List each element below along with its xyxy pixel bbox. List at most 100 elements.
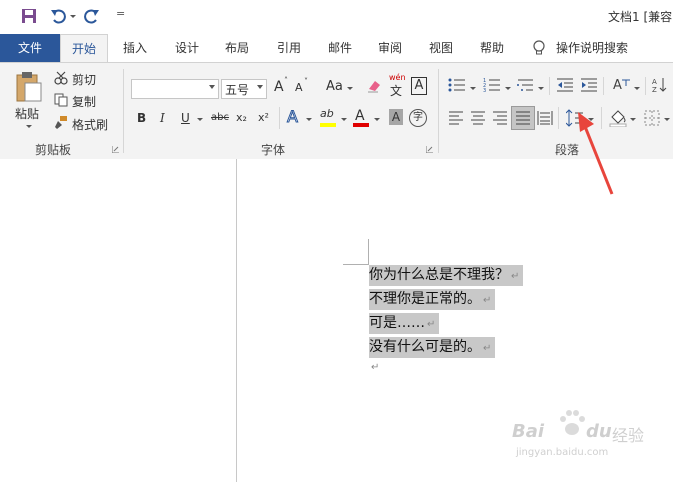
customize-toolbar-icon[interactable]: = (116, 7, 125, 20)
text-effects-dropdown-icon[interactable] (306, 118, 312, 121)
inline-divider (558, 107, 559, 129)
tell-me-search[interactable]: 操作说明搜索 (556, 34, 636, 62)
paragraph-text: 没有什么可是的。 (369, 339, 481, 355)
justify-icon (516, 111, 530, 125)
margin-corner-mark (368, 239, 369, 265)
paragraph-text: 你为什么总是不理我？ (369, 267, 509, 283)
paragraph-mark-icon: ↵ (427, 319, 436, 330)
italic-button[interactable]: I (160, 111, 165, 125)
clipboard-group-label: 剪贴板 (35, 143, 72, 157)
clipboard-launcher-icon[interactable] (112, 146, 119, 153)
font-launcher-icon[interactable] (426, 146, 433, 153)
tab-insert[interactable]: 插入 (112, 34, 158, 62)
undo-dropdown-icon[interactable] (70, 15, 76, 18)
tab-view[interactable]: 视图 (418, 34, 464, 62)
font-name-dropdown-icon[interactable] (209, 85, 215, 89)
font-size-dropdown-icon[interactable] (257, 85, 263, 89)
document-paragraph[interactable]: 没有什么可是的。 ↵ (369, 337, 496, 358)
tab-review[interactable]: 审阅 (367, 34, 413, 62)
character-border-button[interactable]: A (411, 77, 427, 95)
subscript-button[interactable]: x₂ (236, 111, 247, 124)
character-shading-button[interactable]: A (389, 109, 403, 125)
borders-dropdown-icon[interactable] (664, 118, 670, 121)
font-color-swatch (353, 123, 369, 127)
font-group-label: 字体 (261, 143, 286, 157)
watermark-brand-suffix: du (586, 421, 612, 442)
enclose-characters-button[interactable]: 字 (409, 109, 427, 127)
tab-file[interactable]: 文件 (0, 34, 60, 62)
numbering-icon[interactable]: 123 (483, 77, 501, 93)
undo-icon[interactable] (50, 8, 66, 24)
align-center-icon[interactable] (470, 110, 486, 126)
bullets-dropdown-icon[interactable] (470, 87, 476, 90)
superscript-button[interactable]: x² (258, 111, 269, 124)
align-left-icon[interactable] (448, 110, 464, 126)
tab-design[interactable]: 设计 (164, 34, 210, 62)
scissors-icon (54, 71, 68, 85)
underline-dropdown-icon[interactable] (197, 118, 203, 121)
highlight-button[interactable]: ab (320, 107, 334, 120)
borders-icon[interactable] (644, 110, 660, 126)
font-size-combo[interactable]: 五号 (221, 79, 267, 99)
shrink-font-arrow-icon: ˅ (304, 77, 308, 86)
shading-dropdown-icon[interactable] (630, 118, 636, 121)
paragraph-mark-icon: ↵ (483, 343, 492, 354)
document-paragraph[interactable]: 你为什么总是不理我？ ↵ (369, 265, 524, 286)
watermark-url: jingyan.baidu.com (516, 447, 609, 458)
phonetic-guide-button[interactable]: 文 (390, 82, 402, 99)
svg-text:A: A (652, 78, 657, 86)
change-case-button[interactable]: Aa (326, 79, 343, 94)
text-effects-button[interactable]: A (287, 107, 299, 127)
multilevel-list-icon[interactable] (516, 77, 534, 93)
annotation-arrow (578, 112, 614, 195)
cut-button[interactable]: 剪切 (72, 71, 96, 88)
bold-button[interactable]: B (137, 111, 146, 125)
font-name-combo[interactable] (131, 79, 219, 99)
tab-help[interactable]: 帮助 (469, 34, 515, 62)
highlight-dropdown-icon[interactable] (341, 118, 347, 121)
font-color-dropdown-icon[interactable] (374, 118, 380, 121)
paste-dropdown-icon[interactable] (26, 125, 32, 128)
change-case-dropdown-icon[interactable] (347, 87, 353, 90)
paste-button[interactable]: 粘贴 (15, 105, 39, 122)
clear-formatting-icon[interactable] (366, 77, 382, 93)
document-paragraph[interactable]: 可是…… ↵ (369, 313, 440, 334)
justify-button[interactable] (511, 106, 535, 130)
asian-layout-dropdown-icon[interactable] (634, 87, 640, 90)
tab-home[interactable]: 开始 (60, 34, 108, 63)
grow-font-button[interactable]: A (274, 79, 284, 95)
shrink-font-button[interactable]: A (295, 81, 303, 94)
align-right-icon[interactable] (492, 110, 508, 126)
empty-paragraph-mark-icon: ↵ (371, 362, 380, 373)
asian-layout-icon[interactable]: A (612, 76, 632, 94)
baidu-watermark: Bai du 经验 jingyan.baidu.com (510, 409, 660, 469)
ribbon-tab-bar: 文件 开始 插入 设计 布局 引用 邮件 审阅 视图 帮助 操作说明搜索 (0, 34, 673, 63)
increase-indent-icon[interactable] (580, 77, 598, 93)
redo-icon[interactable] (84, 8, 100, 24)
paragraph-text: 不理你是正常的。 (369, 291, 481, 307)
group-divider (123, 69, 124, 153)
decrease-indent-icon[interactable] (556, 77, 574, 93)
bullets-icon[interactable] (448, 77, 466, 93)
paragraph-mark-icon: ↵ (483, 295, 492, 306)
font-color-button[interactable]: A (355, 108, 365, 124)
document-paragraph[interactable]: 不理你是正常的。 ↵ (369, 289, 496, 310)
strikethrough-button[interactable]: abc (211, 112, 229, 123)
tab-references[interactable]: 引用 (266, 34, 312, 62)
tab-layout[interactable]: 布局 (214, 34, 260, 62)
underline-button[interactable]: U (181, 111, 190, 125)
sort-icon[interactable]: AZ (652, 76, 668, 94)
copy-button[interactable]: 复制 (72, 93, 96, 110)
distributed-icon[interactable] (537, 110, 553, 126)
paste-icon[interactable] (14, 71, 44, 103)
save-icon[interactable] (21, 8, 37, 24)
multilevel-dropdown-icon[interactable] (538, 87, 544, 90)
svg-text:3: 3 (483, 88, 486, 93)
numbering-dropdown-icon[interactable] (505, 87, 511, 90)
inline-divider (279, 107, 280, 129)
font-size-value: 五号 (225, 83, 250, 97)
document-canvas[interactable]: 你为什么总是不理我？ ↵ 不理你是正常的。 ↵ 可是…… ↵ 没有什么可是的。 ↵ ↵ … (0, 159, 673, 482)
format-painter-button[interactable]: 格式刷 (72, 116, 108, 133)
inline-divider (645, 77, 646, 95)
tab-mailings[interactable]: 邮件 (317, 34, 363, 62)
